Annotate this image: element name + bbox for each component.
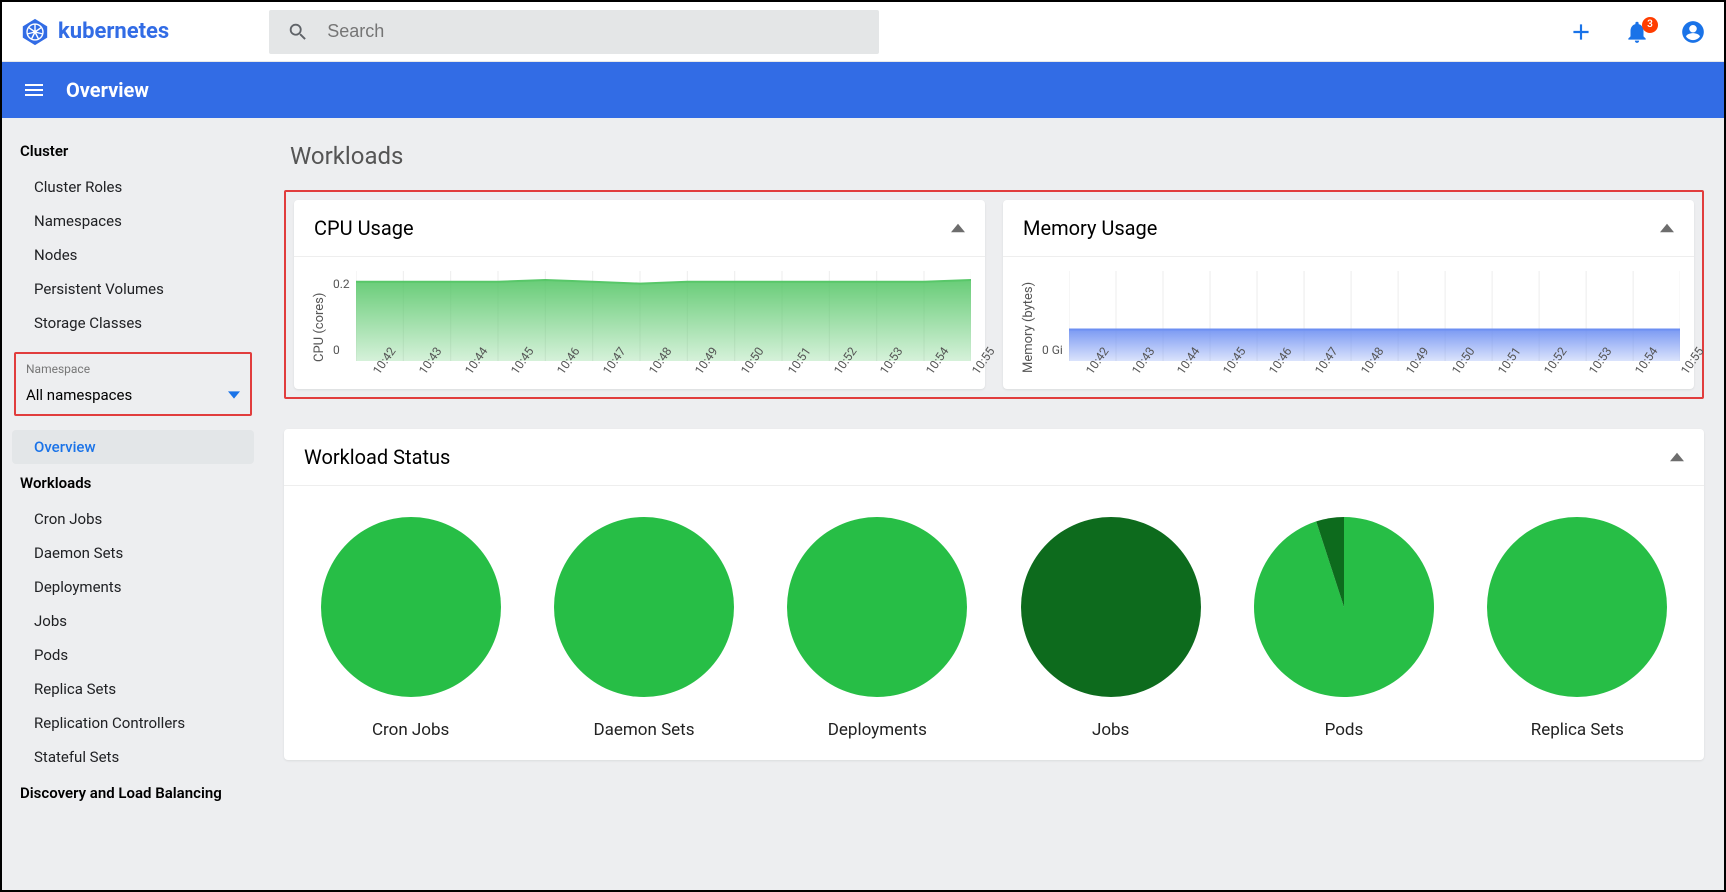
cpu-ytick: 0.2 <box>333 277 350 291</box>
appbar-title: Overview <box>66 78 149 102</box>
status-pie-label: Replica Sets <box>1531 720 1624 740</box>
status-pie-label: Daemon Sets <box>593 720 694 740</box>
sidebar-item-daemon-sets[interactable]: Daemon Sets <box>12 536 254 570</box>
sidebar-item-storage-classes[interactable]: Storage Classes <box>12 306 254 340</box>
namespace-selector[interactable]: Namespace All namespaces <box>14 352 252 416</box>
sidebar-item-replica-sets[interactable]: Replica Sets <box>12 672 254 706</box>
xtick: 10:54 <box>923 369 934 377</box>
sidebar-item-namespaces[interactable]: Namespaces <box>12 204 254 238</box>
create-button[interactable] <box>1568 19 1594 45</box>
sidebar-item-pods[interactable]: Pods <box>12 638 254 672</box>
xtick: 10:48 <box>646 369 657 377</box>
xtick: 10:55 <box>969 369 980 377</box>
sidebar-item-cron-jobs[interactable]: Cron Jobs <box>12 502 254 536</box>
xtick: 10:43 <box>1129 369 1140 377</box>
xtick: 10:47 <box>600 369 611 377</box>
search-box[interactable] <box>269 10 879 54</box>
status-pie-label: Pods <box>1325 720 1364 740</box>
xtick: 10:50 <box>738 369 749 377</box>
xtick: 10:51 <box>785 369 796 377</box>
memory-card-title: Memory Usage <box>1023 216 1157 240</box>
notifications-button[interactable]: 3 <box>1624 19 1650 45</box>
xtick: 10:52 <box>1541 369 1552 377</box>
memory-card: Memory Usage Memory (bytes) 0 Gi <box>1003 200 1694 389</box>
status-pie-jobs: Jobs <box>1016 512 1206 740</box>
xtick: 10:51 <box>1495 369 1506 377</box>
menu-toggle[interactable] <box>22 78 46 102</box>
workload-status-title: Workload Status <box>304 445 450 469</box>
sidebar-item-nodes[interactable]: Nodes <box>12 238 254 272</box>
cpu-ylabel: CPU (cores) <box>308 271 331 383</box>
xtick: 10:54 <box>1632 369 1643 377</box>
kubernetes-icon <box>20 17 50 47</box>
appbar: Overview <box>2 62 1724 118</box>
cpu-card-title: CPU Usage <box>314 216 414 240</box>
xtick: 10:44 <box>462 369 473 377</box>
sidebar-heading-workloads[interactable]: Workloads <box>12 464 254 502</box>
status-pie-label: Jobs <box>1092 720 1129 740</box>
cpu-xticks: 10:42 10:43 10:44 10:45 10:46 10:47 10:48 10:49… <box>356 365 971 383</box>
sidebar-item-overview[interactable]: Overview <box>12 430 254 464</box>
sidebar-item-jobs[interactable]: Jobs <box>12 604 254 638</box>
status-pie-deployments: Deployments <box>782 512 972 740</box>
xtick: 10:49 <box>1403 369 1414 377</box>
xtick: 10:45 <box>508 369 519 377</box>
cpu-card: CPU Usage CPU (cores) 0.2 0 <box>294 200 985 389</box>
namespace-selector-value: All namespaces <box>26 386 132 404</box>
xtick: 10:50 <box>1449 369 1460 377</box>
collapse-icon[interactable] <box>951 221 965 235</box>
search-icon <box>287 21 309 43</box>
xtick: 10:42 <box>370 369 381 377</box>
collapse-icon[interactable] <box>1670 450 1684 464</box>
page-title: Workloads <box>290 142 1698 170</box>
sidebar-item-stateful-sets[interactable]: Stateful Sets <box>12 740 254 774</box>
xtick: 10:53 <box>1586 369 1597 377</box>
xtick: 10:46 <box>1266 369 1277 377</box>
search-input[interactable] <box>327 21 861 42</box>
xtick: 10:43 <box>416 369 427 377</box>
status-pie-replica-sets: Replica Sets <box>1482 512 1672 740</box>
namespace-selector-label: Namespace <box>26 362 240 376</box>
usage-charts-row: CPU Usage CPU (cores) 0.2 0 <box>284 190 1704 399</box>
sidebar-heading-cluster[interactable]: Cluster <box>12 132 254 170</box>
xtick: 10:46 <box>554 369 565 377</box>
workload-status-card: Workload Status Cron Jobs Daemon Sets Depl… <box>284 429 1704 760</box>
xtick: 10:44 <box>1174 369 1185 377</box>
xtick: 10:47 <box>1312 369 1323 377</box>
collapse-icon[interactable] <box>1660 221 1674 235</box>
memory-ylabel: Memory (bytes) <box>1017 271 1040 383</box>
xtick: 10:52 <box>831 369 842 377</box>
hamburger-icon <box>22 78 46 102</box>
sidebar-item-deployments[interactable]: Deployments <box>12 570 254 604</box>
sidebar-item-persistent-volumes[interactable]: Persistent Volumes <box>12 272 254 306</box>
xtick: 10:53 <box>877 369 888 377</box>
memory-ytick: 0 Gi <box>1042 343 1063 357</box>
user-icon <box>1680 19 1706 45</box>
logo[interactable]: kubernetes <box>20 17 169 47</box>
notifications-badge: 3 <box>1642 17 1658 33</box>
topbar: kubernetes 3 <box>2 2 1724 62</box>
account-button[interactable] <box>1680 19 1706 45</box>
status-pie-label: Cron Jobs <box>372 720 449 740</box>
xtick: 10:55 <box>1678 369 1689 377</box>
workload-status-body: Cron Jobs Daemon Sets Deployments Jobs Pods R… <box>284 486 1704 760</box>
cpu-ytick: 0 <box>333 343 350 357</box>
status-pie-daemon-sets: Daemon Sets <box>549 512 739 740</box>
status-pie-label: Deployments <box>828 720 927 740</box>
brand-text: kubernetes <box>58 19 169 44</box>
xtick: 10:45 <box>1220 369 1231 377</box>
status-pie-pods: Pods <box>1249 512 1439 740</box>
sidebar-item-cluster-roles[interactable]: Cluster Roles <box>12 170 254 204</box>
xtick: 10:48 <box>1358 369 1369 377</box>
xtick: 10:49 <box>692 369 703 377</box>
plus-icon <box>1568 19 1594 45</box>
xtick: 10:42 <box>1083 369 1094 377</box>
sidebar: Cluster Cluster RolesNamespacesNodesPers… <box>2 118 264 890</box>
sidebar-item-replication-controllers[interactable]: Replication Controllers <box>12 706 254 740</box>
sidebar-heading-discovery[interactable]: Discovery and Load Balancing <box>12 774 254 812</box>
chevron-down-icon <box>228 389 240 401</box>
main-content: Workloads CPU Usage CPU (cores) 0.2 0 <box>264 118 1724 890</box>
memory-xticks: 10:42 10:43 10:44 10:45 10:46 10:47 10:48 10:49… <box>1069 365 1680 383</box>
status-pie-cron-jobs: Cron Jobs <box>316 512 506 740</box>
